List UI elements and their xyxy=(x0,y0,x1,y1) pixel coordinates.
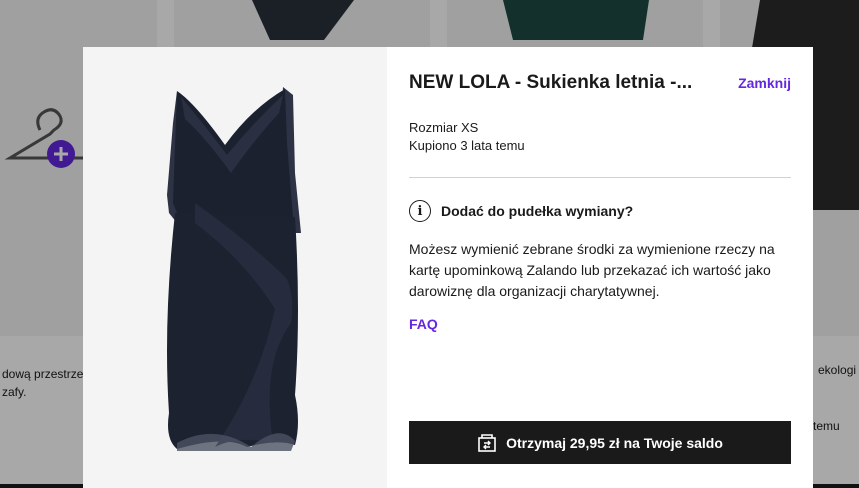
modal-header: NEW LOLA - Sukienka letnia -... Zamknij xyxy=(409,71,791,95)
faq-link[interactable]: FAQ xyxy=(409,316,438,332)
info-heading: i Dodać do pudełka wymiany? xyxy=(409,200,791,222)
get-balance-button[interactable]: Otrzymaj 29,95 zł na Twoje saldo xyxy=(409,421,791,464)
modal-content: NEW LOLA - Sukienka letnia -... Zamknij … xyxy=(387,47,813,488)
product-size: Rozmiar XS xyxy=(409,120,479,135)
product-title: NEW LOLA - Sukienka letnia -... xyxy=(409,72,693,93)
info-title: Dodać do pudełka wymiany? xyxy=(441,203,634,219)
close-button[interactable]: Zamknij xyxy=(738,73,791,93)
product-meta: Rozmiar XS Kupiono 3 lata temu xyxy=(409,119,791,155)
purchase-date: Kupiono 3 lata temu xyxy=(409,138,525,153)
exchange-modal: NEW LOLA - Sukienka letnia -... Zamknij … xyxy=(83,47,813,488)
get-balance-label: Otrzymaj 29,95 zł na Twoje saldo xyxy=(506,434,723,451)
dress-image xyxy=(167,86,301,451)
exchange-description: Możesz wymienić zebrane środki za wymien… xyxy=(409,241,775,299)
divider xyxy=(409,177,791,178)
info-icon: i xyxy=(409,200,431,222)
product-image xyxy=(83,47,387,488)
exchange-box-icon xyxy=(478,433,496,452)
